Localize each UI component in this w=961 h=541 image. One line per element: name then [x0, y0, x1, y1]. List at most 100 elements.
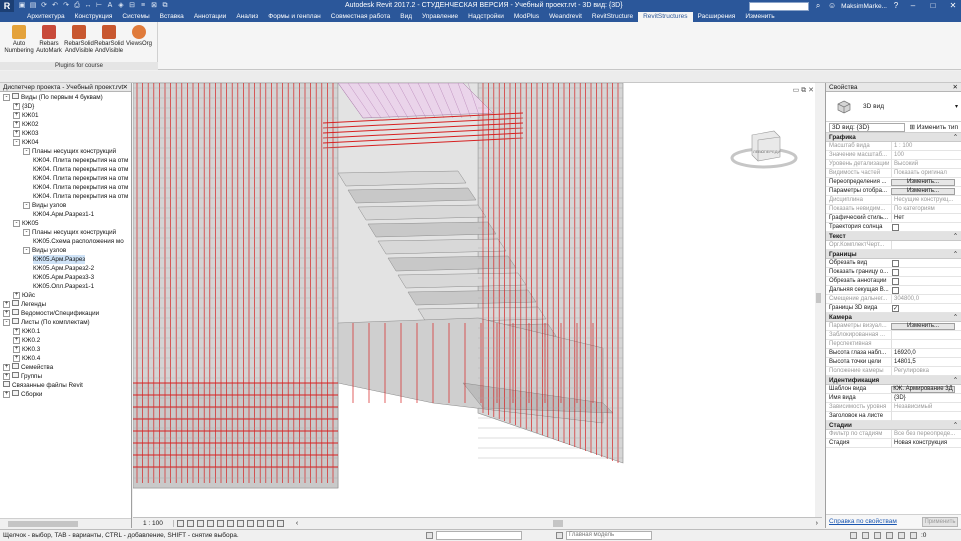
tab-17[interactable]: Изменить	[740, 12, 779, 22]
property-group-header[interactable]: Графика ⌃	[826, 133, 961, 142]
tree-item[interactable]: + Легенды	[3, 300, 46, 309]
tab-15[interactable]: RevitStructures	[638, 12, 693, 22]
property-edit-button[interactable]: Изменить...	[891, 179, 955, 186]
tree-item[interactable]: - Виды узлов	[23, 201, 66, 210]
section-icon[interactable]: ⊟	[128, 2, 136, 10]
design-options-icon[interactable]	[556, 532, 563, 539]
collapse-icon[interactable]: -	[13, 139, 20, 146]
expand-icon[interactable]: +	[13, 292, 20, 299]
design-option-select[interactable]: Главная модель	[566, 531, 652, 540]
property-value[interactable]: Нет	[891, 214, 955, 223]
tab-13[interactable]: Weandrevit	[544, 12, 587, 22]
3d-view-icon[interactable]: ◈	[117, 2, 125, 10]
tree-item[interactable]: - Виды узлов	[23, 246, 66, 255]
filter-icon[interactable]	[910, 532, 917, 539]
expand-icon[interactable]: +	[13, 337, 20, 344]
property-group-header[interactable]: Идентификация ⌃	[826, 376, 961, 385]
property-edit-button[interactable]: Изменить...	[891, 188, 955, 195]
expand-icon[interactable]: +	[13, 130, 20, 137]
tab-4[interactable]: Вставка	[155, 12, 189, 22]
undo-icon[interactable]: ↶	[51, 2, 59, 10]
open-icon[interactable]: ▣	[18, 2, 26, 10]
tree-item[interactable]: + Ведомости/Спецификации	[3, 309, 99, 318]
search-input[interactable]	[749, 1, 810, 11]
shadows-icon[interactable]	[206, 519, 214, 527]
drag-elements-icon[interactable]	[898, 532, 905, 539]
close-icon[interactable]: ✕	[123, 83, 128, 92]
tree-item[interactable]: + Группы	[3, 372, 42, 381]
select-underlay-icon[interactable]	[862, 532, 869, 539]
property-edit-button[interactable]: КЖ. Армирование 3Д	[891, 386, 955, 393]
print-icon[interactable]: ⎙	[73, 2, 81, 10]
crop-view-icon[interactable]	[226, 519, 234, 527]
tab-14[interactable]: RevitStructure	[587, 12, 638, 22]
maximize-button[interactable]: □	[925, 0, 941, 12]
sync-icon[interactable]: ⟳	[40, 2, 48, 10]
collapse-icon[interactable]: -	[23, 202, 30, 209]
user-name[interactable]: MaksimMarke...	[841, 3, 887, 10]
workset-select[interactable]	[436, 531, 522, 540]
apply-button[interactable]: Применить	[922, 517, 958, 527]
tree-item[interactable]: КЖ04. Плита перекрытия на отм	[33, 174, 128, 183]
tree-item[interactable]: КЖ04. Плита перекрытия на отм	[33, 192, 128, 201]
collapse-icon[interactable]: ⌃	[953, 133, 958, 142]
view-window-controls[interactable]: ▭ ⧉ ✕	[793, 86, 814, 95]
expand-icon[interactable]: +	[13, 346, 20, 353]
collapse-icon[interactable]: ⌃	[953, 250, 958, 259]
tree-item[interactable]: + Семейства	[3, 363, 53, 372]
collapse-icon[interactable]: -	[13, 220, 20, 227]
thin-lines-icon[interactable]: ≡	[139, 2, 147, 10]
expand-icon[interactable]: +	[3, 310, 10, 317]
tab-9[interactable]: Вид	[395, 12, 417, 22]
tree-item[interactable]: КЖ05.Арм.Разрез3-3	[33, 273, 94, 282]
minimize-button[interactable]: –	[905, 0, 921, 12]
collapse-icon[interactable]: ⌃	[953, 421, 958, 430]
property-checkbox[interactable]	[892, 224, 899, 231]
tab-10[interactable]: Управление	[417, 12, 463, 22]
search-icon[interactable]: ⌕	[813, 0, 823, 12]
tree-item[interactable]: - Виды (По первым 4 буквам)	[3, 93, 103, 102]
select-by-face-icon[interactable]	[886, 532, 893, 539]
tree-item[interactable]: + КЖ0.3	[13, 345, 40, 354]
expand-icon[interactable]: +	[13, 328, 20, 335]
sun-path-icon[interactable]	[196, 519, 204, 527]
expand-icon[interactable]: +	[13, 112, 20, 119]
tree-item[interactable]: - Планы несущих конструкций	[23, 147, 116, 156]
property-value[interactable]	[891, 412, 955, 421]
collapse-icon[interactable]: -	[3, 319, 10, 326]
property-value[interactable]: 14801,5	[891, 358, 955, 367]
3d-model-scene[interactable]	[133, 83, 822, 517]
edit-type-button[interactable]: ⊞ Изменить тип	[909, 122, 958, 133]
tree-item[interactable]: Связанные файлы Revit	[3, 381, 83, 390]
render-icon[interactable]	[216, 519, 224, 527]
view-horizontal-scroll-thumb[interactable]	[553, 520, 563, 527]
property-checkbox[interactable]	[892, 269, 899, 276]
tab-8[interactable]: Совместная работа	[326, 12, 395, 22]
show-crop-icon[interactable]	[236, 519, 244, 527]
collapse-icon[interactable]: ⌃	[953, 313, 958, 322]
select-links-icon[interactable]	[850, 532, 857, 539]
expand-icon[interactable]: +	[3, 373, 10, 380]
tree-item[interactable]: - Планы несущих конструкций	[23, 228, 116, 237]
property-group-header[interactable]: Камера ⌃	[826, 313, 961, 322]
select-pinned-icon[interactable]	[874, 532, 881, 539]
tree-item[interactable]: КЖ04. Плита перекрытия на отм	[33, 183, 128, 192]
property-value[interactable]: Новая конструкция	[891, 439, 955, 448]
tab-2[interactable]: Конструкция	[70, 12, 118, 22]
switch-windows-icon[interactable]: ⧉	[161, 2, 169, 10]
collapse-icon[interactable]: -	[23, 229, 30, 236]
tree-item[interactable]: КЖ04. Плита перекрытия на отм	[33, 156, 128, 165]
view-vertical-scrollbar[interactable]	[815, 83, 822, 517]
collapse-icon[interactable]: ⌃	[953, 232, 958, 241]
detail-level-icon[interactable]	[176, 519, 184, 527]
tab-7[interactable]: Формы и генплан	[263, 12, 326, 22]
property-group-header[interactable]: Стадии ⌃	[826, 421, 961, 430]
tree-item[interactable]: + Сборки	[3, 390, 42, 399]
reveal-hidden-icon[interactable]	[266, 519, 274, 527]
analytical-model-icon[interactable]	[276, 519, 284, 527]
tab-16[interactable]: Расширения	[693, 12, 741, 22]
property-checkbox[interactable]	[892, 278, 899, 285]
close-icon[interactable]: ✕	[953, 83, 958, 92]
tab-12[interactable]: ModPlus	[509, 12, 544, 22]
tree-item[interactable]: - КЖ04	[13, 138, 39, 147]
